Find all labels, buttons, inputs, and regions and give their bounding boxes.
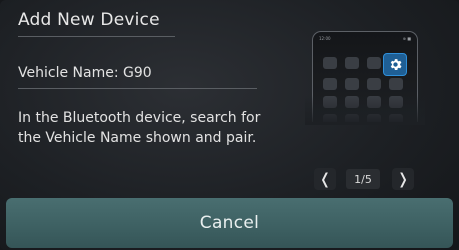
chevron-left-icon: ❬ <box>318 170 332 188</box>
app-icon <box>345 78 359 90</box>
vehicle-name-label: Vehicle Name: G90 <box>18 65 152 81</box>
phone-status-time: 12:00 <box>319 36 331 41</box>
dialog-title: Add New Device <box>18 10 160 30</box>
app-icon <box>323 57 337 69</box>
cancel-button-label: Cancel <box>199 213 260 233</box>
next-page-button[interactable]: ❭ <box>392 168 414 190</box>
app-icon <box>367 57 381 69</box>
app-icon <box>323 78 337 90</box>
previous-page-button[interactable]: ❬ <box>314 168 336 190</box>
phone-status-bar: 12:00 ⊕ ■ <box>319 36 411 42</box>
title-divider <box>18 36 175 37</box>
vehicle-name-divider <box>18 88 257 89</box>
app-icon <box>389 78 403 90</box>
pairing-instructions: In the Bluetooth device, search for the … <box>18 110 261 146</box>
app-icon <box>367 78 381 90</box>
app-icon <box>345 57 359 69</box>
illustration-fade <box>305 95 425 125</box>
gear-icon <box>390 59 401 70</box>
settings-app-highlight <box>383 53 407 76</box>
phone-status-icons: ⊕ ■ <box>402 36 411 41</box>
add-device-dialog: Add New Device Vehicle Name: G90 In the … <box>0 0 459 250</box>
cancel-button[interactable]: Cancel <box>6 198 453 248</box>
page-indicator: 1/5 <box>346 169 380 189</box>
chevron-right-icon: ❭ <box>396 170 410 188</box>
